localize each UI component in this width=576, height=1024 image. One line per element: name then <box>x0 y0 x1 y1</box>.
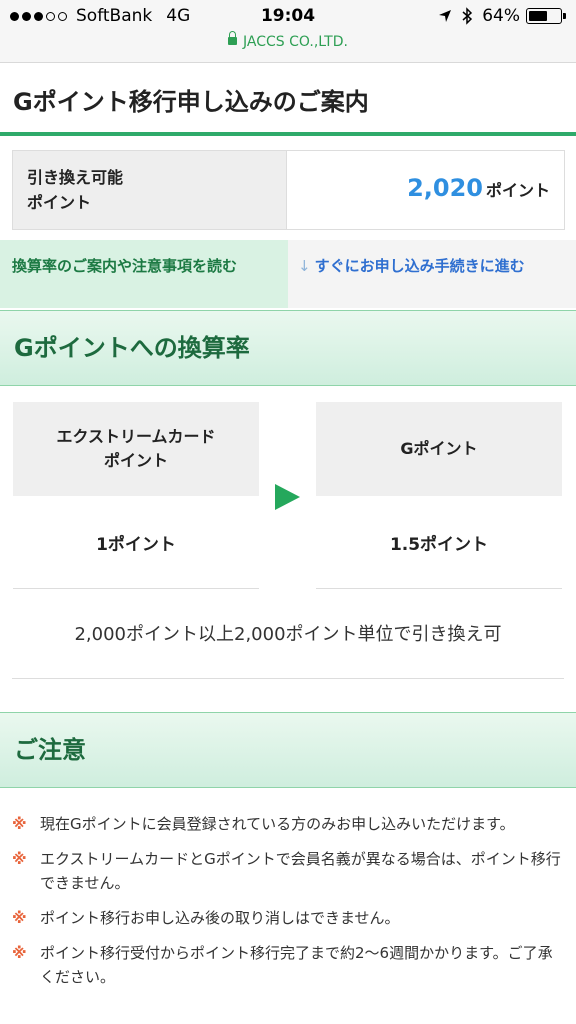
caution-text: エクストリームカードとGポイントで会員名義が異なる場合は、ポイント移行できません… <box>40 850 561 892</box>
address-bar[interactable]: JACCS CO.,LTD. <box>0 31 576 50</box>
to-points-label: Gポイント <box>316 402 562 496</box>
divider <box>316 588 562 589</box>
caution-text: ポイント移行お申し込み後の取り消しはできません。 <box>40 909 400 927</box>
bluetooth-icon <box>462 7 473 25</box>
list-item: ※ ポイント移行お申し込み後の取り消しはできません。 <box>12 906 567 930</box>
list-item: ※ ポイント移行受付からポイント移行完了まで約2〜6週間かかります。ご了承ください… <box>12 941 567 989</box>
location-icon <box>439 10 452 22</box>
site-domain: JACCS CO.,LTD. <box>243 34 348 50</box>
caution-section-header: ご注意 <box>0 712 576 788</box>
note-mark: ※ <box>12 850 27 868</box>
points-value: 2,020 <box>407 174 483 202</box>
list-item: ※ 現在Gポイントに会員登録されている方のみお申し込みいただけます。 <box>12 812 567 836</box>
points-unit: ポイント <box>485 181 550 200</box>
exchange-unit-note: 2,000ポイント以上2,000ポイント単位で引き換え可 <box>74 624 502 645</box>
battery-icon <box>526 8 562 24</box>
points-label: 引き換え可能 ポイント <box>13 151 287 229</box>
caution-list: ※ 現在Gポイントに会員登録されている方のみお申し込みいただけます。 ※ エクストリ… <box>12 812 567 1000</box>
arrow-down-icon: ↓ <box>298 257 311 275</box>
read-info-link[interactable]: 換算率のご案内や注意事項を読む <box>0 240 288 308</box>
lock-icon <box>228 31 238 45</box>
note-mark: ※ <box>12 815 27 833</box>
title-divider <box>0 132 576 136</box>
battery-tip-icon <box>563 13 566 19</box>
caution-text: ポイント移行受付からポイント移行完了まで約2〜6週間かかります。ご了承ください。 <box>40 944 553 986</box>
note-mark: ※ <box>12 944 27 962</box>
proceed-link[interactable]: ↓ すぐにお申し込み手続きに進む <box>288 240 576 308</box>
from-points-value: 1ポイント <box>96 535 176 555</box>
section-nav: 換算率のご案内や注意事項を読む ↓ すぐにお申し込み手続きに進む <box>0 240 576 308</box>
rate-section-header: Gポイントへの換算率 <box>0 310 576 386</box>
divider <box>13 588 259 589</box>
to-points-value: 1.5ポイント <box>389 535 489 555</box>
points-table: 引き換え可能 ポイント 2,020 ポイント <box>12 150 565 230</box>
battery-percent: 64% <box>482 6 520 26</box>
proceed-link-label: すぐにお申し込み手続きに進む <box>314 257 525 275</box>
list-item: ※ エクストリームカードとGポイントで会員名義が異なる場合は、ポイント移行できませ… <box>12 847 567 895</box>
page-title: Gポイント移行申し込みのご案内 <box>13 88 369 116</box>
arrow-right-icon <box>275 484 300 510</box>
points-value-cell: 2,020 ポイント <box>287 151 564 229</box>
status-bar: SoftBank 4G 19:04 64% JACCS CO.,LTD. <box>0 0 576 63</box>
note-mark: ※ <box>12 909 27 927</box>
from-points-label: エクストリームカード ポイント <box>13 402 259 496</box>
divider <box>12 678 564 679</box>
caution-text: 現在Gポイントに会員登録されている方のみお申し込みいただけます。 <box>40 815 515 833</box>
status-icons: 64% <box>438 6 566 26</box>
